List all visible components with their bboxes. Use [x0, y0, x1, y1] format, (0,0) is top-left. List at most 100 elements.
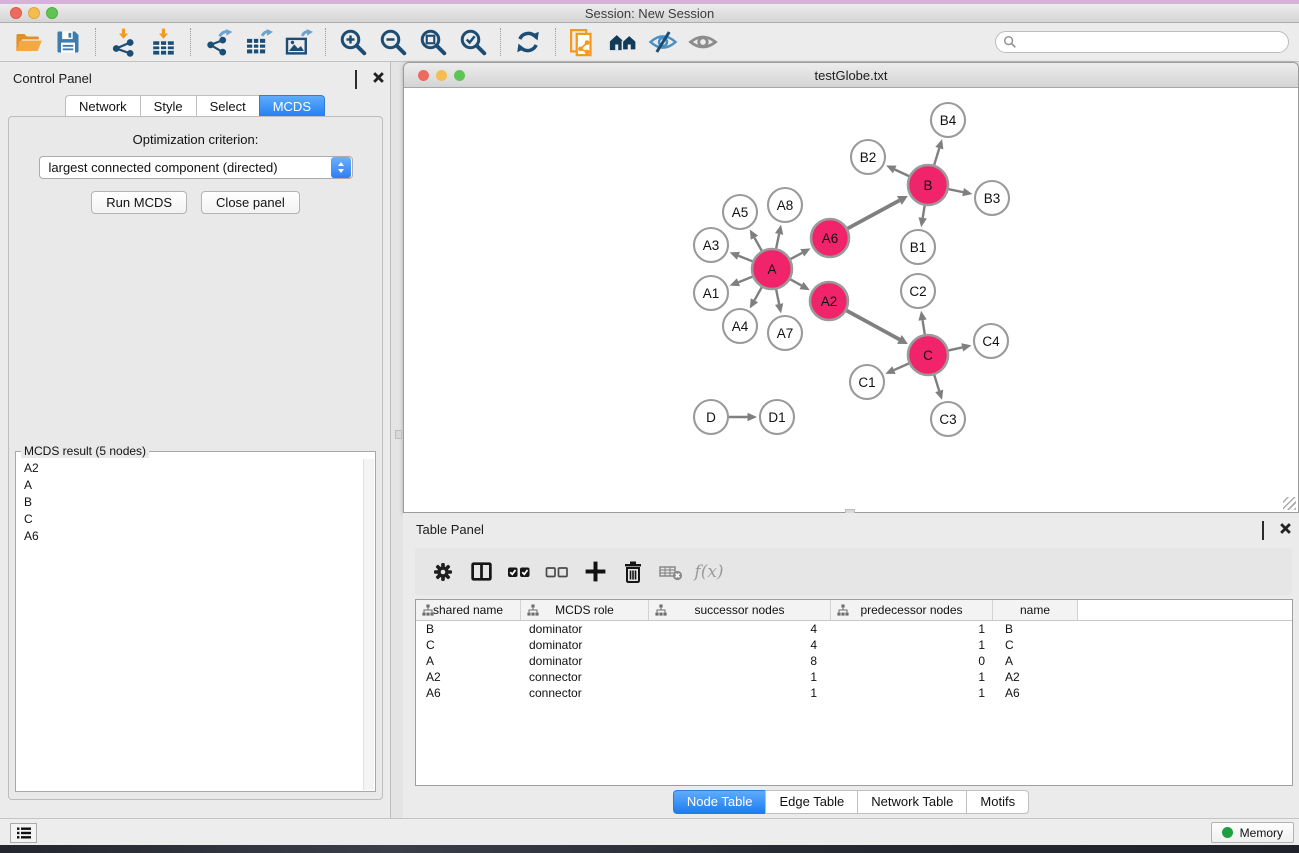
graph-node[interactable]: A8 [768, 188, 802, 222]
zoom-selected-icon [458, 27, 488, 57]
export-image-button[interactable] [281, 26, 315, 58]
show-eye-button[interactable] [686, 26, 720, 58]
zoom-selected-button[interactable] [456, 26, 490, 58]
optimization-criterion-dropdown[interactable]: largest connected component (directed) [39, 156, 353, 179]
graph-node[interactable]: C4 [974, 324, 1008, 358]
add-button[interactable] [577, 554, 613, 590]
float-panel-icon[interactable] [355, 71, 368, 84]
mcds-result-item[interactable]: A6 [17, 527, 362, 544]
graph-edge [894, 363, 909, 370]
select-all-checkboxes-button[interactable] [501, 554, 537, 590]
table-row[interactable]: Bdominator41B [416, 621, 1292, 637]
graph-node[interactable]: C3 [931, 402, 965, 436]
import-table-button[interactable] [146, 26, 180, 58]
float-panel-icon[interactable] [1262, 522, 1275, 535]
graph-node[interactable]: A7 [768, 316, 802, 350]
memory-button[interactable]: Memory [1211, 822, 1294, 843]
result-scrollbar[interactable] [363, 459, 374, 790]
network-canvas[interactable]: B4 B2 B B3 A5 A8 A6 B1 A3 A C2 A1 A2 A4 A7 C4 C C1 C3 D D1 [404, 88, 1298, 512]
refresh-button[interactable] [511, 26, 545, 58]
table-row[interactable]: Cdominator41C [416, 637, 1292, 653]
graph-node[interactable]: B3 [975, 181, 1009, 215]
network-window-titlebar[interactable]: testGlobe.txt [404, 63, 1298, 88]
column-header-name[interactable]: name [993, 600, 1078, 620]
graph-node[interactable]: A1 [694, 276, 728, 310]
houses-button[interactable] [606, 26, 640, 58]
graph-node[interactable]: B4 [931, 103, 965, 137]
network-view-window: testGlobe.txt B4 B2 B B3 A5 A8 A6 B1 A3 A C2 A1 A2 A4… [403, 62, 1299, 513]
graph-edge [754, 238, 761, 251]
function-builder-button[interactable]: f(x) [691, 554, 727, 590]
save-session-button[interactable] [51, 26, 85, 58]
graph-node[interactable]: C2 [901, 274, 935, 308]
zoom-out-button[interactable] [376, 26, 410, 58]
table-row[interactable]: A2connector11A2 [416, 669, 1292, 685]
tab-motifs[interactable]: Motifs [966, 790, 1029, 814]
table-cell: dominator [521, 637, 649, 653]
export-network-button[interactable] [201, 26, 235, 58]
table-cell: 1 [831, 637, 993, 653]
run-mcds-button[interactable]: Run MCDS [91, 191, 187, 214]
graph-node[interactable]: A4 [723, 309, 757, 343]
mcds-result-item[interactable]: B [17, 493, 362, 510]
graph-node[interactable]: A5 [723, 195, 757, 229]
unchecked-boxes-icon [544, 559, 570, 585]
graph-node[interactable]: C [908, 335, 948, 375]
column-header-mcds-role[interactable]: MCDS role [521, 600, 649, 620]
mcds-result-item[interactable]: A2 [17, 459, 362, 476]
table-cell: A2 [416, 669, 521, 685]
mcds-result-box: MCDS result (5 nodes) A2ABCA6 [15, 451, 376, 792]
hierarchy-icon [837, 604, 849, 616]
table-panel-title: Table Panel [416, 522, 484, 537]
column-header-successor-nodes[interactable]: successor nodes [649, 600, 831, 620]
table-row[interactable]: Adominator80A [416, 653, 1292, 669]
eye-icon [688, 27, 718, 57]
column-header-shared-name[interactable]: shared name [416, 600, 521, 620]
toolbar-separator [500, 28, 501, 56]
column-header-predecessor-nodes[interactable]: predecessor nodes [831, 600, 993, 620]
mcds-result-item[interactable]: C [17, 510, 362, 527]
graph-node[interactable]: A [752, 249, 792, 289]
graph-edge [847, 311, 900, 340]
task-history-button[interactable] [10, 823, 37, 843]
splitter-grip-vertical[interactable] [395, 430, 402, 439]
graph-node[interactable]: B2 [851, 140, 885, 174]
graph-node[interactable]: D [694, 400, 728, 434]
search-field[interactable] [995, 31, 1289, 53]
save-floppy-icon [54, 28, 82, 56]
main-toolbar [0, 23, 1299, 62]
graph-node[interactable]: B [908, 165, 948, 205]
delete-button[interactable] [615, 554, 651, 590]
search-input[interactable] [1017, 33, 1288, 51]
tab-node-table[interactable]: Node Table [673, 790, 766, 814]
graph-node[interactable]: A3 [694, 228, 728, 262]
graph-node[interactable]: D1 [760, 400, 794, 434]
window-resize-grip[interactable] [1283, 497, 1296, 510]
graph-node[interactable]: A6 [811, 219, 849, 257]
mcds-result-list[interactable]: A2ABCA6 [17, 459, 362, 790]
hide-eye-button[interactable] [646, 26, 680, 58]
close-panel-button[interactable]: Close panel [201, 191, 300, 214]
mcds-result-item[interactable]: A [17, 476, 362, 493]
table-type-tabs: Node Table Edge Table Network Table Moti… [403, 790, 1299, 814]
network-from-document-button[interactable] [566, 26, 600, 58]
close-panel-icon[interactable] [1279, 522, 1292, 535]
zoom-fit-button[interactable] [416, 26, 450, 58]
table-settings-button[interactable] [425, 554, 461, 590]
zoom-in-button[interactable] [336, 26, 370, 58]
export-table-button[interactable] [241, 26, 275, 58]
open-session-button[interactable] [11, 26, 45, 58]
split-columns-button[interactable] [463, 554, 499, 590]
graph-edge-arrowhead [961, 343, 971, 351]
graph-node[interactable]: C1 [850, 365, 884, 399]
graph-node[interactable]: A2 [810, 282, 848, 320]
tab-edge-table[interactable]: Edge Table [765, 790, 857, 814]
close-panel-icon[interactable] [372, 71, 385, 84]
tab-network-table[interactable]: Network Table [857, 790, 966, 814]
document-network-icon [568, 27, 598, 57]
import-network-button[interactable] [106, 26, 140, 58]
deselect-all-checkboxes-button[interactable] [539, 554, 575, 590]
graph-node[interactable]: B1 [901, 230, 935, 264]
table-row[interactable]: A6connector11A6 [416, 685, 1292, 701]
delete-table-button[interactable] [653, 554, 689, 590]
